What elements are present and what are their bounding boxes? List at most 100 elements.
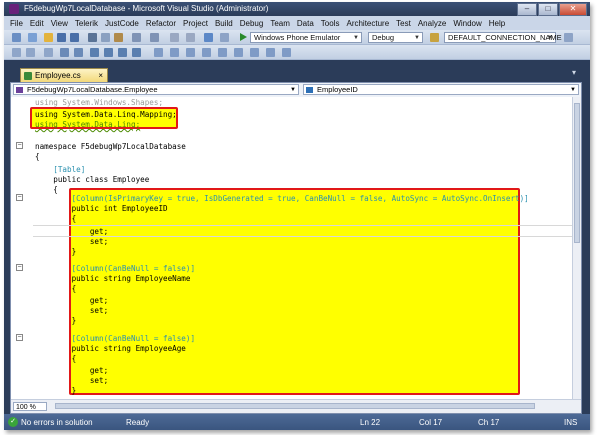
code-line: } xyxy=(35,247,77,256)
visual-studio-icon xyxy=(9,4,19,14)
menu-edit[interactable]: Edit xyxy=(30,19,44,28)
tab-label: Employee.cs xyxy=(35,71,81,80)
collapse-property-icon[interactable]: − xyxy=(16,194,23,201)
copy-icon[interactable] xyxy=(101,33,110,42)
center-icon[interactable] xyxy=(218,48,227,57)
window-title: F5debugWp7LocalDatabase - Microsoft Visu… xyxy=(24,4,269,13)
connection-icon[interactable] xyxy=(430,33,439,42)
window-controls: – □ ✕ xyxy=(517,3,587,16)
format-icon[interactable] xyxy=(12,48,21,57)
menu-help[interactable]: Help xyxy=(489,19,505,28)
maximize-button[interactable]: □ xyxy=(538,3,558,16)
menu-view[interactable]: View xyxy=(51,19,68,28)
menu-justcode[interactable]: JustCode xyxy=(105,19,139,28)
status-line: Ln 22 xyxy=(360,418,381,427)
menu-tools[interactable]: Tools xyxy=(321,19,340,28)
add-item-icon[interactable] xyxy=(28,33,37,42)
toolbar-options-icon[interactable] xyxy=(564,33,573,42)
chevron-down-icon: ▼ xyxy=(547,35,553,41)
cut-icon[interactable] xyxy=(88,33,97,42)
uncomment-icon[interactable] xyxy=(74,48,83,57)
start-debugging-icon[interactable] xyxy=(240,33,247,41)
current-line-indicator xyxy=(33,225,573,237)
menu-analyze[interactable]: Analyze xyxy=(418,19,446,28)
code-line: set; xyxy=(35,306,109,315)
redo-icon[interactable] xyxy=(150,33,159,42)
menu-debug[interactable]: Debug xyxy=(240,19,264,28)
status-message: No errors in solution xyxy=(21,418,93,427)
menu-window[interactable]: Window xyxy=(453,19,481,28)
code-text-area[interactable]: − − − − using System.Windows.Shapes; usi… xyxy=(11,97,573,401)
editor-bottom-bar: 100 % xyxy=(11,399,581,413)
menu-data[interactable]: Data xyxy=(297,19,314,28)
status-mode: INS xyxy=(564,418,578,427)
next-bookmark-icon[interactable] xyxy=(118,48,127,57)
menu-telerik[interactable]: Telerik xyxy=(75,19,98,28)
menu-file[interactable]: File xyxy=(10,19,23,28)
target-device-dropdown[interactable]: Windows Phone Emulator ▼ xyxy=(250,32,362,43)
undo-icon[interactable] xyxy=(132,33,141,42)
connection-dropdown[interactable]: DEFAULT_CONNECTION_NAME ▼ xyxy=(444,32,562,43)
document-area: Employee.cs × ▾ F5debugWp7LocalDatabase.… xyxy=(4,60,590,414)
checkmark-icon: ✓ xyxy=(8,417,18,427)
vertical-scrollbar[interactable] xyxy=(572,97,581,401)
menu-test[interactable]: Test xyxy=(396,19,411,28)
save-all-icon[interactable] xyxy=(70,33,79,42)
member-dropdown[interactable]: EmployeeID ▼ xyxy=(303,84,579,95)
menu-project[interactable]: Project xyxy=(183,19,208,28)
code-line: { xyxy=(35,354,77,363)
order-icon[interactable] xyxy=(234,48,243,57)
comment-icon[interactable] xyxy=(60,48,69,57)
text-editor-toolbar xyxy=(4,45,590,60)
csharp-file-icon xyxy=(24,72,32,80)
code-line: public class Employee xyxy=(35,175,150,184)
type-dropdown[interactable]: F5debugWp7LocalDatabase.Employee ▼ xyxy=(13,84,299,95)
indent-icon[interactable] xyxy=(26,48,35,57)
scrollbar-thumb[interactable] xyxy=(574,103,580,243)
grid-icon[interactable] xyxy=(250,48,259,57)
horizontal-scrollbar[interactable] xyxy=(55,403,535,409)
code-line: { xyxy=(35,284,77,293)
solution-config-icon[interactable] xyxy=(204,33,213,42)
menu-architecture[interactable]: Architecture xyxy=(346,19,389,28)
code-line: [Column(CanBeNull = false)] xyxy=(35,264,196,273)
lock-icon[interactable] xyxy=(266,48,275,57)
code-line: } xyxy=(35,316,77,325)
layout-icon[interactable] xyxy=(154,48,163,57)
code-line: { xyxy=(35,152,40,161)
close-button[interactable]: ✕ xyxy=(559,3,587,16)
new-project-icon[interactable] xyxy=(12,33,21,42)
bookmark-icon[interactable] xyxy=(90,48,99,57)
open-file-icon[interactable] xyxy=(44,33,53,42)
code-line: using System.Data.Linq.Mapping; xyxy=(35,110,177,119)
code-line: using System.Data.Linq; xyxy=(35,120,141,129)
collapse-property-icon[interactable]: − xyxy=(16,334,23,341)
tab-overflow-icon[interactable]: ▾ xyxy=(572,68,576,77)
connection-value: DEFAULT_CONNECTION_NAME xyxy=(448,33,562,42)
minimize-button[interactable]: – xyxy=(517,3,537,16)
spacing-icon[interactable] xyxy=(202,48,211,57)
paste-icon[interactable] xyxy=(114,33,123,42)
collapse-namespace-icon[interactable]: − xyxy=(16,142,23,149)
collapse-property-icon[interactable]: − xyxy=(16,264,23,271)
find-icon[interactable] xyxy=(220,33,229,42)
menu-team[interactable]: Team xyxy=(270,19,290,28)
save-icon[interactable] xyxy=(57,33,66,42)
navigate-back-icon[interactable] xyxy=(170,33,179,42)
code-line: public int EmployeeID xyxy=(35,204,168,213)
code-line: { xyxy=(35,214,77,223)
navigate-forward-icon[interactable] xyxy=(186,33,195,42)
code-line: public string EmployeeAge xyxy=(35,344,186,353)
menu-build[interactable]: Build xyxy=(215,19,233,28)
prev-bookmark-icon[interactable] xyxy=(104,48,113,57)
configuration-dropdown[interactable]: Debug ▼ xyxy=(368,32,423,43)
outdent-icon[interactable] xyxy=(44,48,53,57)
tab-order-icon[interactable] xyxy=(282,48,291,57)
clear-bookmarks-icon[interactable] xyxy=(132,48,141,57)
zoom-dropdown[interactable]: 100 % xyxy=(13,402,47,411)
size-icon[interactable] xyxy=(186,48,195,57)
align-icon[interactable] xyxy=(170,48,179,57)
tab-employee-cs[interactable]: Employee.cs × xyxy=(20,68,108,82)
menu-refactor[interactable]: Refactor xyxy=(146,19,176,28)
tab-close-icon[interactable]: × xyxy=(98,69,103,82)
